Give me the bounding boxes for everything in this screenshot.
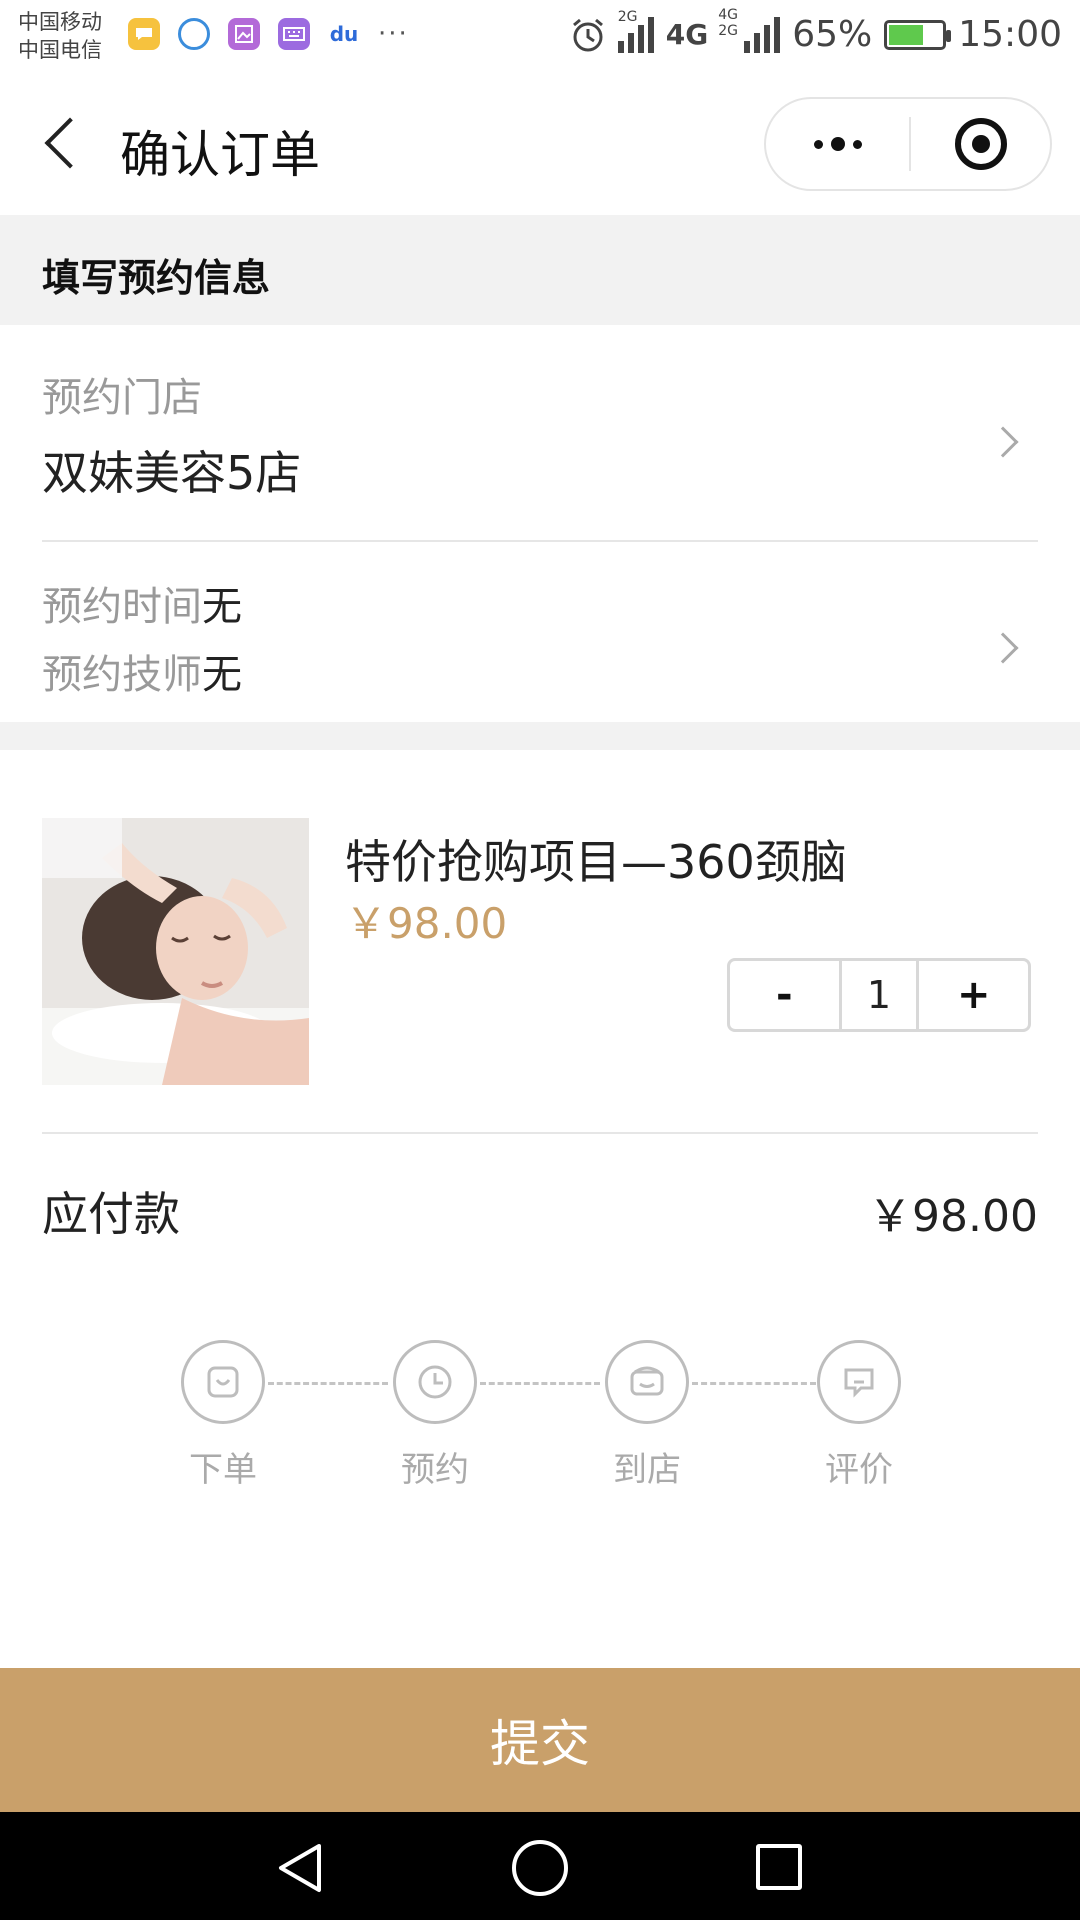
home-circle-icon[interactable] <box>512 1840 568 1896</box>
step-order: 下单 <box>181 1340 265 1491</box>
step-label: 评价 <box>825 1450 893 1490</box>
dot-icon <box>830 137 845 151</box>
network-type: 4G <box>665 18 709 51</box>
chat-icon <box>178 18 210 50</box>
quantity-stepper: - 1 + <box>727 958 1031 1032</box>
step-review: 评价 <box>817 1340 901 1491</box>
step-connector <box>692 1382 816 1385</box>
increase-button[interactable]: + <box>919 961 1028 1029</box>
carrier-info: 中国移动 中国电信 <box>18 8 102 64</box>
step-booking: 预约 <box>393 1340 477 1491</box>
back-triangle-icon[interactable] <box>275 1842 327 1894</box>
step-label: 预约 <box>401 1450 469 1490</box>
section-title: 填写预约信息 <box>42 256 271 300</box>
page-title: 确认订单 <box>120 126 320 184</box>
nav-bar: 确认订单 <box>0 75 1080 215</box>
time-technician-row[interactable]: 预约时间无 预约技师无 <box>0 542 1080 722</box>
step-arrive: 到店 <box>605 1340 689 1491</box>
step-connector <box>268 1382 388 1385</box>
clock: 15:00 <box>958 14 1062 55</box>
divider <box>42 1132 1038 1134</box>
comment-icon <box>817 1340 901 1424</box>
battery-icon <box>884 19 952 50</box>
keyboard-icon <box>278 18 310 50</box>
carrier-1: 中国移动 <box>18 10 102 34</box>
baidu-icon: du <box>328 18 360 50</box>
store-label: 预约门店 <box>42 375 202 421</box>
dot-icon <box>852 139 862 149</box>
payable-amount: ￥98.00 <box>868 1191 1038 1242</box>
alarm-icon <box>572 18 603 51</box>
submit-button[interactable]: 提交 <box>0 1668 1080 1812</box>
booking-technician: 预约技师无 <box>42 642 242 700</box>
booking-time-value: 无 <box>202 584 242 630</box>
status-bar: 中国移动 中国电信 du ··· 2G 4G 4G 2G 65% 15:00 <box>0 0 1080 75</box>
store-row[interactable]: 预约门店 双妹美容5店 <box>0 325 1080 540</box>
target-icon <box>954 118 1007 170</box>
booking-tech-label: 预约技师 <box>42 652 202 698</box>
product-price: ￥98.00 <box>345 899 508 948</box>
signal-2-bars-icon <box>744 16 781 53</box>
store-value: 双妹美容5店 <box>42 446 302 500</box>
product-name: 特价抢购项目—360颈脑 <box>345 835 847 889</box>
payable-label: 应付款 <box>42 1187 180 1241</box>
step-label: 到店 <box>613 1450 681 1490</box>
notification-icons: du ··· <box>128 18 409 50</box>
signal-2: 4G 2G <box>718 7 781 53</box>
step-label: 下单 <box>189 1450 257 1490</box>
message-icon <box>128 18 160 50</box>
more-menu-button[interactable] <box>766 99 909 189</box>
chevron-right-icon <box>987 426 1019 458</box>
carrier-2: 中国电信 <box>18 38 102 62</box>
store-icon <box>605 1340 689 1424</box>
close-mini-program-button[interactable] <box>911 118 1050 170</box>
decrease-button[interactable]: - <box>730 961 839 1029</box>
section-gap <box>0 722 1080 750</box>
system-navigation-bar <box>0 1812 1080 1920</box>
quantity-value[interactable]: 1 <box>838 961 920 1029</box>
product-image <box>42 818 309 1085</box>
chevron-right-icon <box>987 632 1019 664</box>
booking-time: 预约时间无 <box>42 574 242 632</box>
back-button[interactable] <box>40 113 80 173</box>
order-steps: 下单 预约 到店 评价 <box>0 1340 1080 1490</box>
more-notifications-icon: ··· <box>378 19 409 49</box>
section-header: 填写预约信息 <box>0 215 1080 325</box>
system-status: 2G 4G 4G 2G 65% 15:00 <box>570 7 1062 55</box>
clock-icon <box>393 1340 477 1424</box>
gallery-icon <box>228 18 260 50</box>
mini-program-capsule <box>764 97 1052 191</box>
battery-percent: 65% <box>792 14 873 55</box>
booking-time-label: 预约时间 <box>42 584 202 630</box>
recents-square-icon[interactable] <box>756 1844 802 1890</box>
dot-icon <box>813 139 823 149</box>
bag-icon <box>181 1340 265 1424</box>
signal-1: 2G <box>617 9 654 53</box>
booking-tech-value: 无 <box>202 652 242 698</box>
step-connector <box>480 1382 600 1385</box>
